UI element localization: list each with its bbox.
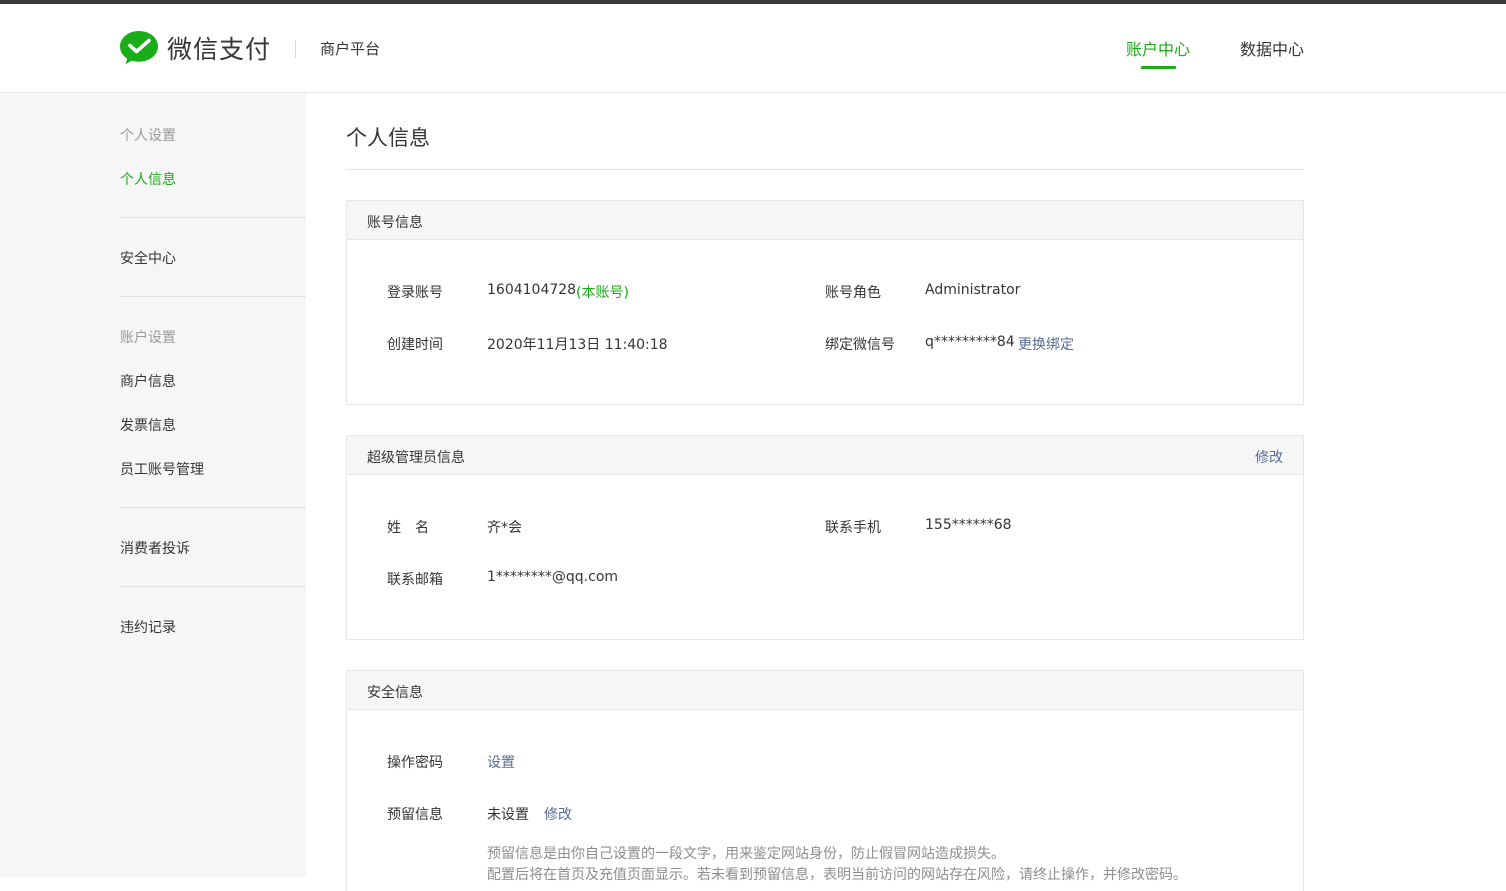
edit-reserved-info-link[interactable]: 修改 <box>544 804 572 824</box>
reserved-info-note: 预留信息是由你自己设置的一段文字，用来鉴定网站身份，防止假冒网站造成损失。 <box>487 846 1005 862</box>
card-header: 账号信息 <box>347 201 1303 240</box>
sidebar-item-staff-accounts[interactable]: 员工账号管理 <box>120 459 204 479</box>
card-header: 超级管理员信息 修改 <box>347 436 1303 475</box>
card-title: 超级管理员信息 <box>367 450 465 466</box>
nav-active-indicator <box>1141 66 1176 69</box>
wechat-pay-logo-icon <box>120 31 158 64</box>
email-label: 联系邮箱 <box>387 572 443 588</box>
sidebar-item-merchant-info[interactable]: 商户信息 <box>120 371 176 391</box>
sidebar-item-violation-records[interactable]: 违约记录 <box>120 617 176 637</box>
brand-name: 微信支付 <box>167 35 272 64</box>
page-title: 个人信息 <box>346 126 430 150</box>
sidebar-divider <box>120 217 306 218</box>
name-label: 姓 名 <box>387 520 429 536</box>
current-account-tag: (本账号) <box>576 285 629 301</box>
email-value: 1********@qq.com <box>487 569 619 585</box>
change-binding-link[interactable]: 更换绑定 <box>1018 334 1074 354</box>
phone-value: 155******68 <box>925 517 1012 533</box>
nav-data-center[interactable]: 数据中心 <box>1240 36 1304 60</box>
platform-name: 商户平台 <box>320 40 381 58</box>
bound-wechat-value: q*********84 <box>925 334 1015 350</box>
sidebar-divider <box>120 507 306 508</box>
logo-separator <box>295 40 296 58</box>
card-header: 安全信息 <box>347 671 1303 710</box>
sidebar-item-security-center[interactable]: 安全中心 <box>120 248 176 268</box>
reserved-info-label: 预留信息 <box>387 807 443 823</box>
operation-password-label: 操作密码 <box>387 755 443 771</box>
security-info-card: 安全信息 操作密码 设置 预留信息 未设置 修改 预留信息是由你自己设置的一段文… <box>346 670 1304 891</box>
sidebar-group-personal: 个人设置 <box>120 128 176 144</box>
account-info-card: 账号信息 登录账号 1604104728 (本账号) 账号角色 Administ… <box>346 200 1304 405</box>
sidebar-divider <box>120 586 306 587</box>
account-role-value: Administrator <box>925 282 1021 298</box>
sidebar-group-account: 账户设置 <box>120 330 176 346</box>
phone-label: 联系手机 <box>825 520 881 536</box>
reserved-info-value: 未设置 <box>487 807 529 823</box>
card-title: 账号信息 <box>367 215 423 231</box>
logo[interactable]: 微信支付 <box>119 30 271 66</box>
sidebar-divider <box>120 296 306 297</box>
login-account-value: 1604104728 <box>487 282 577 298</box>
nav-account-center[interactable]: 账户中心 <box>1126 36 1190 60</box>
sidebar-item-consumer-complaints[interactable]: 消费者投诉 <box>120 538 190 558</box>
name-value: 齐*会 <box>487 520 522 536</box>
sidebar-item-invoice-info[interactable]: 发票信息 <box>120 415 176 435</box>
reserved-info-note: 配置后将在首页及充值页面显示。若未看到预留信息，表明当前访问的网站存在风险，请终… <box>487 867 1187 883</box>
sidebar: 个人设置 个人信息 安全中心 账户设置 商户信息 发票信息 员工账号管理 消费者… <box>0 93 306 877</box>
created-time-value: 2020年11月13日 11:40:18 <box>487 337 668 353</box>
title-divider <box>346 169 1304 170</box>
bound-wechat-label: 绑定微信号 <box>825 337 895 353</box>
sidebar-item-personal-info[interactable]: 个人信息 <box>120 169 176 189</box>
edit-admin-link[interactable]: 修改 <box>1255 447 1283 467</box>
header: 微信支付 商户平台 账户中心 数据中心 <box>0 4 1506 93</box>
login-account-label: 登录账号 <box>387 285 443 301</box>
set-password-link[interactable]: 设置 <box>487 752 515 772</box>
account-role-label: 账号角色 <box>825 285 881 301</box>
created-time-label: 创建时间 <box>387 337 443 353</box>
super-admin-card: 超级管理员信息 修改 姓 名 齐*会 联系手机 155******68 联系邮箱… <box>346 435 1304 640</box>
card-title: 安全信息 <box>367 685 423 701</box>
